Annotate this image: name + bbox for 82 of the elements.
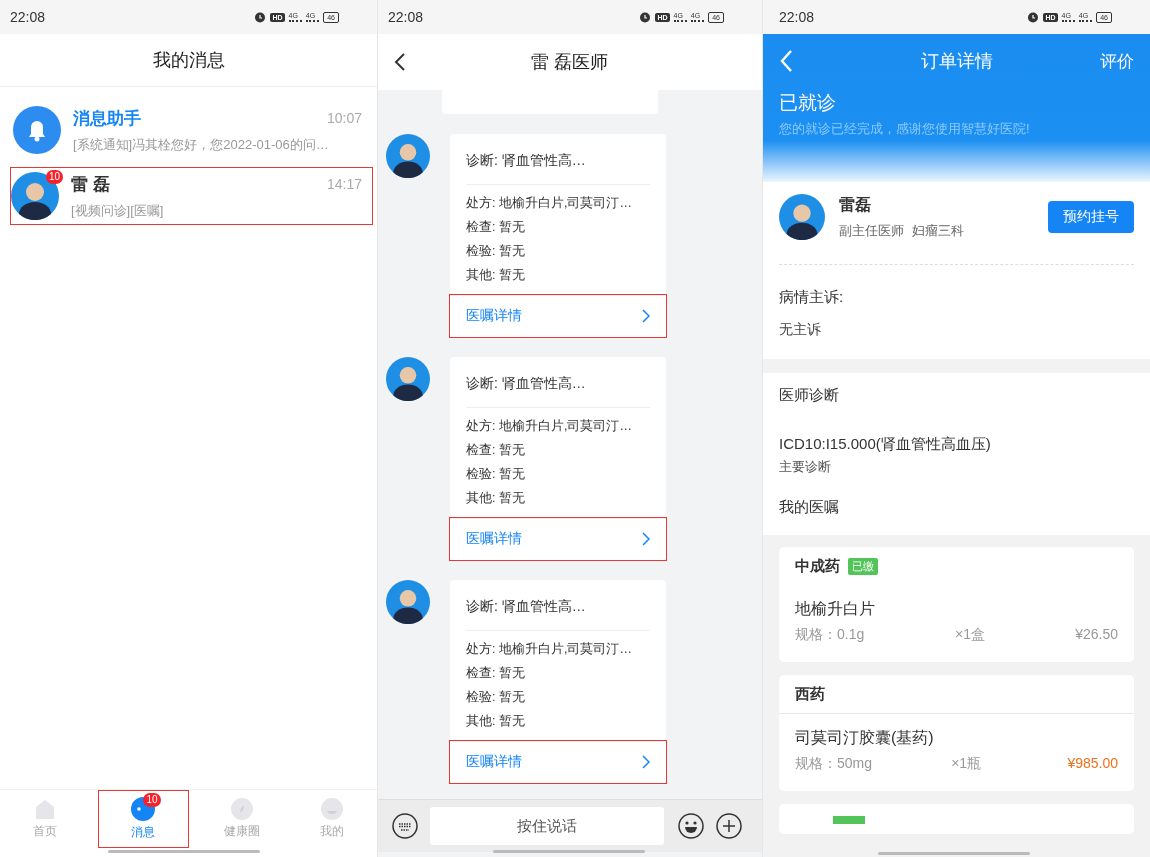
chevron-icon <box>642 532 650 546</box>
message-preview: [视频问诊][医嘱] <box>71 201 165 220</box>
conversation-time: 14:17 <box>326 176 362 192</box>
drug-name: 地榆升白片 <box>795 599 876 619</box>
order-line: 检验: 暂无 <box>466 243 526 260</box>
screen-title: 订单详情 <box>920 50 993 73</box>
alarm-icon <box>254 11 267 23</box>
avatar <box>386 580 430 624</box>
unread-badge: 10 <box>45 170 63 184</box>
order-line: 检查: 暂无 <box>466 442 526 459</box>
conversation-time: 10:07 <box>326 110 362 126</box>
avatar <box>11 172 59 220</box>
diagnosis-text: 诊断: 肾血管性高… <box>466 357 650 408</box>
order-detail-link[interactable]: 医嘱详情 <box>450 741 666 783</box>
bell-icon <box>13 106 61 154</box>
doctor-department: 妇瘤三科 <box>912 221 964 240</box>
unread-badge: 10 <box>143 793 161 807</box>
plus-icon[interactable] <box>716 813 742 839</box>
order-line: 其他: 暂无 <box>466 267 526 284</box>
group-title: 西药 <box>795 684 825 704</box>
alarm-icon <box>1027 11 1040 23</box>
book-appointment-button[interactable]: 预约挂号 <box>1048 201 1134 233</box>
complaint-label: 病情主诉: <box>779 287 845 307</box>
diagnosis-text: 诊断: 肾血管性高… <box>466 134 650 185</box>
group-title: 中成药 <box>795 556 840 576</box>
visit-status: 已就诊 <box>778 91 837 115</box>
doctor-name: 雷磊 <box>839 194 872 215</box>
section-title: 我的医嘱 <box>779 497 840 517</box>
back-icon[interactable] <box>394 52 406 72</box>
diagnosis-type: 主要诊断 <box>779 458 832 476</box>
nav-tab[interactable]: 10 消息 <box>98 790 189 848</box>
drug-spec: 规格：50mg <box>795 755 874 773</box>
person-icon <box>320 798 343 820</box>
order-line: 其他: 暂无 <box>466 490 526 507</box>
order-line: 其他: 暂无 <box>466 713 526 730</box>
diagnosis-code: ICD10:I15.000(肾血管性高血压) <box>779 434 992 454</box>
drug-spec: 规格：0.1g <box>795 626 866 644</box>
order-line: 检查: 暂无 <box>466 665 526 682</box>
order-line: 处方: 地榆升白片,司莫司汀… <box>466 641 633 658</box>
order-line: 检查: 暂无 <box>466 219 526 236</box>
drug-price: ¥26.50 <box>1075 626 1118 644</box>
order-detail-link[interactable]: 医嘱详情 <box>450 295 666 337</box>
smiley-icon[interactable] <box>678 813 704 839</box>
keyboard-icon[interactable] <box>392 813 418 839</box>
order-line: 处方: 地榆升白片,司莫司汀… <box>466 418 633 435</box>
nav-tab[interactable]: 首页 <box>0 790 91 848</box>
compass-icon <box>230 798 253 820</box>
order-detail-link[interactable]: 医嘱详情 <box>450 518 666 560</box>
drug-price: ¥985.00 <box>1067 755 1118 773</box>
hold-to-talk-button[interactable]: 按住说话 <box>430 807 664 845</box>
chevron-icon <box>642 309 650 323</box>
avatar <box>386 134 430 178</box>
complaint-text: 无主诉 <box>779 320 822 339</box>
alarm-icon <box>639 11 652 23</box>
screen-title: 雷 磊医师 <box>531 51 609 74</box>
drug-quantity: ×1盒 <box>954 626 987 644</box>
nav-tab[interactable]: 我的 <box>286 790 377 848</box>
status-tag: 已缴 <box>848 557 878 575</box>
status-time: 22:08 <box>388 9 424 25</box>
status-time: 22:08 <box>779 9 815 25</box>
home-icon <box>34 798 57 820</box>
screen-title: 我的消息 <box>152 49 225 72</box>
avatar <box>386 357 430 401</box>
rate-button[interactable]: 评价 <box>1100 49 1134 73</box>
order-line: 检验: 暂无 <box>466 689 526 706</box>
conversation-item[interactable]: 消息助手 10:07 [系统通知]冯其栓您好，您2022-01-06的问… <box>4 101 373 159</box>
conversation-name: 雷 磊 <box>71 173 110 196</box>
status-note: 您的就诊已经完成，感谢您使用智慧好医院! <box>778 120 1031 138</box>
doctor-rank: 副主任医师 <box>839 221 904 240</box>
drug-quantity: ×1瓶 <box>950 755 983 773</box>
conversation-name: 消息助手 <box>73 107 141 130</box>
section-title: 医师诊断 <box>779 385 840 405</box>
diagnosis-text: 诊断: 肾血管性高… <box>466 580 650 631</box>
conversation-item[interactable]: 10 雷 磊 14:17 [视频问诊][医嘱] <box>10 167 373 225</box>
status-time: 22:08 <box>10 9 46 25</box>
chevron-icon <box>642 755 650 769</box>
avatar <box>779 194 825 240</box>
order-line: 检验: 暂无 <box>466 466 526 483</box>
nav-tab[interactable]: 健康圈 <box>196 790 287 848</box>
drug-name: 司莫司汀胶囊(基药) <box>795 728 935 748</box>
order-line: 处方: 地榆升白片,司莫司汀… <box>466 195 633 212</box>
message-preview: [系统通知]冯其栓您好，您2022-01-06的问… <box>73 135 330 154</box>
